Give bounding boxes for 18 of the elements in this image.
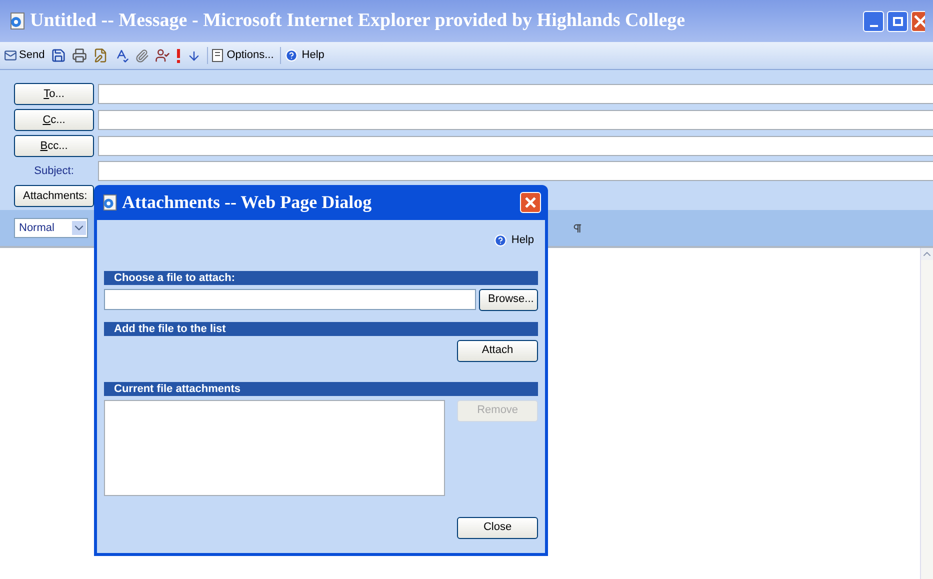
help-button[interactable]: Help bbox=[280, 47, 324, 64]
address-button[interactable]: Bcc... bbox=[14, 135, 94, 157]
options-button[interactable]: Options... bbox=[206, 47, 274, 64]
address-button[interactable]: Cc... bbox=[14, 109, 94, 131]
section-header: Add the file to the list bbox=[104, 322, 538, 336]
close-button[interactable]: Close bbox=[457, 516, 538, 538]
window-title: Untitled -- Message - Microsoft Internet Explorer provided by Highlands College bbox=[30, 8, 686, 33]
style-dropdown[interactable]: Normal bbox=[14, 218, 88, 238]
send-button[interactable]: Send bbox=[4, 47, 45, 64]
attach-button[interactable]: Attach bbox=[457, 340, 538, 362]
dialog-title: Attachments -- Web Page Dialog bbox=[122, 191, 372, 214]
browse-button[interactable]: Browse... bbox=[479, 288, 538, 310]
help-button[interactable]: Help bbox=[494, 232, 534, 248]
section-header: Current file attachments bbox=[104, 382, 538, 396]
address-button[interactable]: To... bbox=[14, 83, 94, 105]
attachments-button[interactable]: Attachments: bbox=[14, 185, 94, 207]
section-header: Choose a file to attach: bbox=[104, 270, 538, 284]
field-label: Subject: bbox=[33, 164, 75, 179]
